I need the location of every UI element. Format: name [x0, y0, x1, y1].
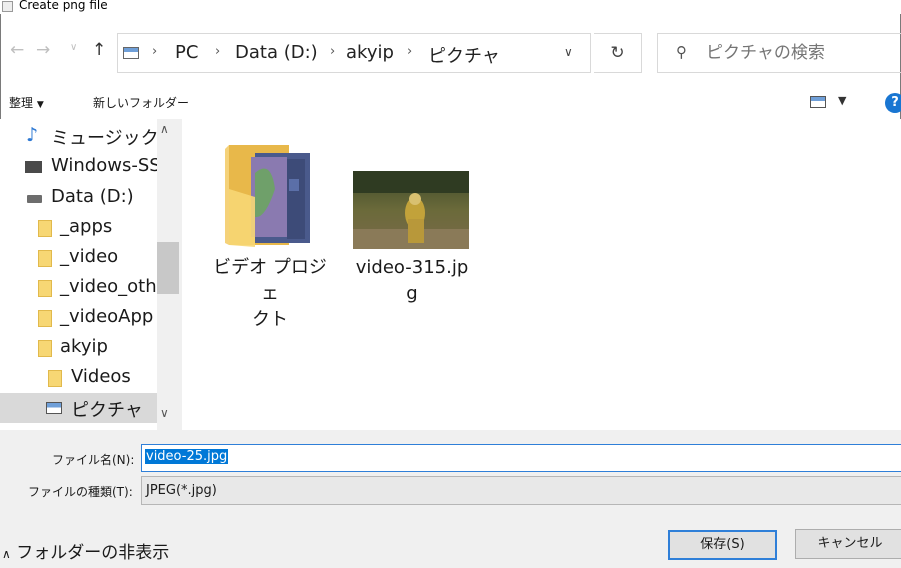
- sidebar-item-label: _videoApp: [60, 306, 154, 327]
- file-item-folder[interactable]: ビデオ プロジェ クト: [210, 139, 330, 330]
- folder-icon: [38, 310, 52, 327]
- folder-icon: [38, 250, 52, 267]
- search-input[interactable]: [706, 40, 896, 66]
- address-bar[interactable]: › PC › Data (D:) › akyip › ピクチャ ∨: [117, 33, 591, 73]
- filetype-select[interactable]: JPEG(*.jpg): [141, 476, 901, 505]
- sidebar-item-video-oth[interactable]: _video_oth: [0, 273, 157, 303]
- scroll-up-icon[interactable]: ∧: [160, 122, 169, 136]
- windows-drive-icon: [25, 161, 42, 173]
- search-icon: ⚲: [676, 43, 687, 61]
- pictures-location-icon: [123, 47, 139, 59]
- navigation-pane[interactable]: ♪ ミュージック Windows-SS Data (D:) _apps _vid…: [0, 119, 182, 430]
- filename-input[interactable]: video-25.jpg: [141, 444, 901, 472]
- sidebar-item-pictures[interactable]: ピクチャ: [0, 393, 157, 423]
- view-mode-icon[interactable]: [810, 96, 826, 108]
- folder-icon: [38, 280, 52, 297]
- folder-icon: [38, 340, 52, 357]
- view-dropdown-icon[interactable]: ▼: [838, 94, 846, 107]
- drive-icon: [27, 195, 42, 203]
- breadcrumb-pictures[interactable]: ピクチャ: [428, 42, 500, 68]
- organize-button[interactable]: 整理 ▼: [9, 94, 44, 111]
- folder-icon: [38, 220, 52, 237]
- recent-dropdown-icon[interactable]: ∨: [70, 42, 77, 53]
- breadcrumb-chevron-icon[interactable]: ›: [215, 44, 220, 59]
- sidebar-item-partial: [0, 423, 157, 430]
- sidebar-item-data-drive[interactable]: Data (D:): [0, 183, 157, 213]
- chevron-up-icon: ∧: [2, 547, 11, 561]
- pictures-icon: [46, 402, 62, 414]
- sidebar-item-music[interactable]: ♪ ミュージック: [0, 121, 159, 151]
- title-bar: Create png file: [0, 0, 901, 14]
- sidebar-item-label: Data (D:): [51, 186, 134, 207]
- sidebar-item-label: _apps: [60, 216, 113, 237]
- sidebar-item-label: ピクチャ: [71, 400, 143, 421]
- sidebar-item-akyip[interactable]: akyip: [0, 333, 157, 363]
- filetype-value: JPEG(*.jpg): [146, 483, 217, 498]
- sidebar-item-apps[interactable]: _apps: [0, 213, 157, 243]
- sidebar-scroll-thumb[interactable]: [157, 242, 179, 294]
- sidebar-item-label: akyip: [60, 336, 108, 357]
- image-thumbnail-icon: [353, 171, 469, 249]
- file-name-line1: ビデオ プロジェ: [213, 257, 327, 304]
- refresh-button[interactable]: ↻: [594, 33, 642, 73]
- search-box[interactable]: ⚲: [657, 33, 901, 73]
- sidebar-item-label: _video_oth: [60, 276, 157, 297]
- breadcrumb-pc[interactable]: PC: [175, 42, 198, 63]
- address-history-dropdown-icon[interactable]: ∨: [564, 45, 573, 59]
- sidebar-item-label: _video: [60, 246, 119, 267]
- music-icon: ♪: [26, 124, 39, 146]
- forward-arrow-icon[interactable]: →: [36, 40, 50, 60]
- help-icon[interactable]: ?: [885, 93, 901, 113]
- folder-icon: [48, 370, 62, 387]
- file-item-image[interactable]: video-315.jp g: [347, 139, 477, 309]
- sidebar-item-windows-ss[interactable]: Windows-SS: [0, 152, 161, 182]
- organize-dropdown-icon: ▼: [36, 100, 44, 110]
- hide-folders-toggle[interactable]: ∧ フォルダーの非表示: [2, 538, 169, 563]
- file-list[interactable]: ビデオ プロジェ クト video-315.jp g: [182, 119, 901, 430]
- file-name-line2: クト: [252, 309, 288, 330]
- folder-thumbnail-icon: [225, 145, 310, 247]
- sidebar-item-videoapp[interactable]: _videoApp: [0, 303, 157, 333]
- filename-label: ファイル名(N):: [52, 453, 135, 467]
- command-toolbar: 整理 ▼ 新しいフォルダー ▼: [0, 86, 901, 118]
- new-folder-button[interactable]: 新しいフォルダー: [93, 94, 189, 111]
- scroll-down-icon[interactable]: ∨: [160, 406, 169, 420]
- back-arrow-icon[interactable]: ←: [10, 40, 24, 60]
- sidebar-item-label: Videos: [71, 366, 131, 387]
- breadcrumb-chevron-icon[interactable]: ›: [330, 44, 335, 59]
- sidebar-item-label: Windows-SS: [51, 155, 161, 176]
- file-name-line1: video-315.jp: [355, 257, 469, 278]
- file-name-label: video-315.jp g: [347, 255, 477, 307]
- organize-label: 整理: [9, 96, 34, 110]
- app-icon: [2, 1, 13, 12]
- sidebar-item-video[interactable]: _video: [0, 243, 157, 273]
- file-name-line2: g: [406, 283, 418, 304]
- cancel-button[interactable]: キャンセル: [795, 529, 901, 559]
- filetype-label: ファイルの種類(T):: [28, 485, 133, 499]
- breadcrumb-chevron-icon[interactable]: ›: [152, 44, 157, 59]
- breadcrumb-data-drive[interactable]: Data (D:): [235, 42, 318, 63]
- file-name-label: ビデオ プロジェ クト: [210, 255, 330, 333]
- up-arrow-icon[interactable]: ↑: [92, 40, 106, 60]
- filename-value[interactable]: video-25.jpg: [145, 449, 229, 464]
- breadcrumb-akyip[interactable]: akyip: [346, 42, 394, 63]
- window-title: Create png file: [19, 0, 108, 12]
- sidebar-item-videos[interactable]: Videos: [0, 363, 157, 393]
- sidebar-item-label: ミュージック: [51, 128, 159, 149]
- breadcrumb-chevron-icon[interactable]: ›: [407, 44, 412, 59]
- save-button[interactable]: 保存(S): [668, 530, 777, 560]
- hide-folders-label: フォルダーの非表示: [16, 543, 170, 563]
